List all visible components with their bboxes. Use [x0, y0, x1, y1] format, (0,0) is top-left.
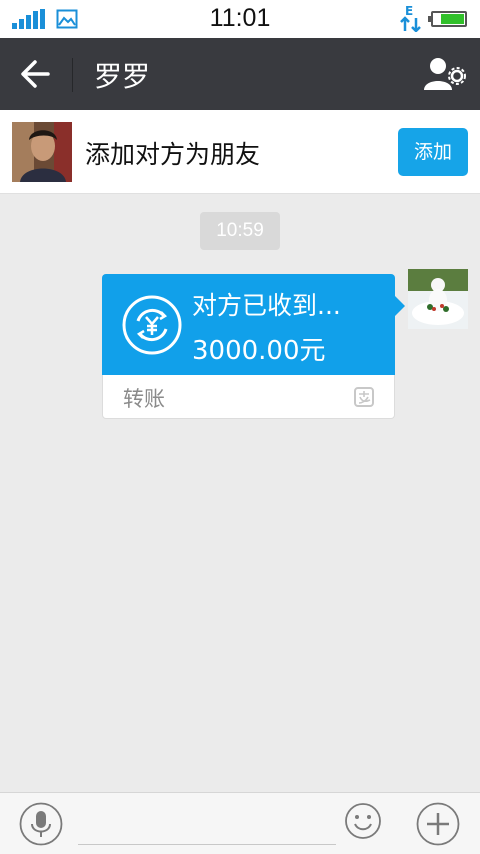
self-avatar[interactable]: [408, 269, 468, 329]
battery-icon: [428, 11, 467, 27]
add-friend-bar: 添加对方为朋友 添加: [0, 110, 480, 194]
data-indicator: E: [405, 4, 413, 18]
data-transfer-icon: E: [400, 4, 421, 32]
transfer-amount: 3000.00元: [192, 336, 326, 366]
payment-logo-icon: [354, 387, 374, 407]
contact-avatar[interactable]: [12, 122, 72, 182]
transfer-bubble-footer: 转账: [102, 375, 395, 419]
status-bar: 11:01 E: [0, 0, 480, 38]
transfer-label: 转账: [123, 387, 165, 411]
add-friend-text: 添加对方为朋友: [85, 140, 261, 169]
transfer-bubble-header: 对方已收到... 3000.00元: [102, 274, 395, 375]
title-divider: [72, 58, 73, 92]
title-bar: 罗罗: [0, 38, 480, 110]
message-timestamp: 10:59: [200, 212, 280, 250]
transfer-message-bubble[interactable]: 对方已收到... 3000.00元 转账: [102, 274, 405, 419]
back-arrow-icon[interactable]: [10, 52, 60, 96]
emoji-icon[interactable]: [344, 802, 382, 840]
yuan-transfer-icon: [122, 295, 182, 355]
transfer-status-text: 对方已收到...: [192, 291, 341, 320]
bubble-tail: [395, 296, 405, 316]
message-input[interactable]: [78, 803, 336, 845]
chat-title: 罗罗: [94, 60, 151, 93]
add-friend-button[interactable]: 添加: [398, 128, 468, 176]
plus-icon[interactable]: [416, 802, 460, 846]
input-bar: [0, 792, 480, 854]
contact-settings-icon[interactable]: [420, 54, 468, 94]
microphone-icon[interactable]: [19, 802, 63, 846]
